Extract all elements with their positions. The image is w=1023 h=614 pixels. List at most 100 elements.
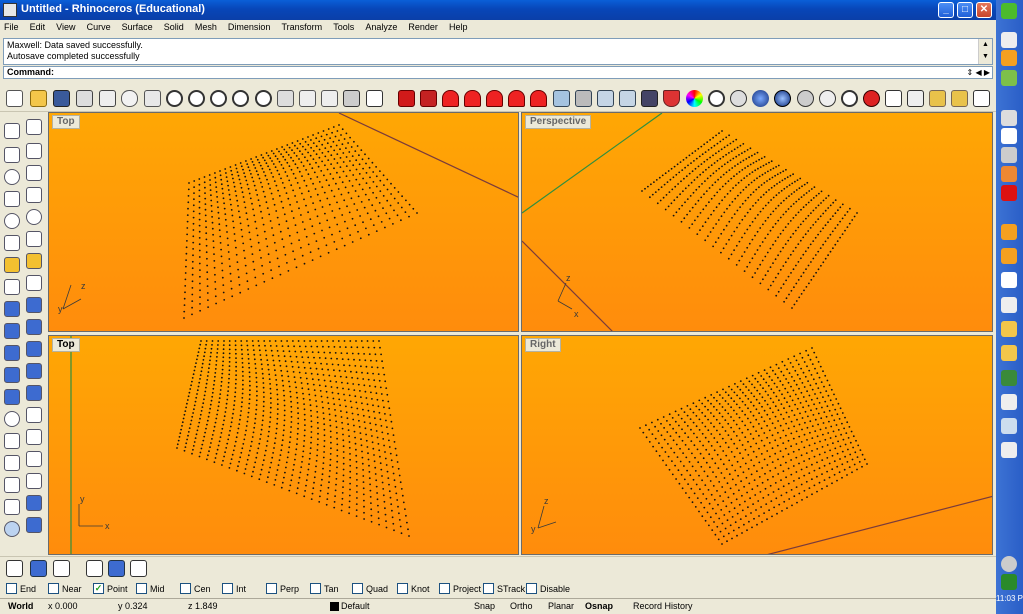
network-tray-icon[interactable] [1001, 574, 1017, 590]
osnap-checkbox[interactable] [136, 583, 147, 594]
viewport-right[interactable]: y z Right [521, 335, 993, 555]
solid-box-icon[interactable] [26, 319, 42, 335]
messenger-icon[interactable] [1001, 70, 1017, 86]
render-red-icon[interactable] [398, 90, 415, 107]
print-icon[interactable] [76, 90, 93, 107]
copy-icon[interactable] [26, 429, 42, 445]
mesh-icon[interactable] [4, 389, 20, 405]
scale-icon[interactable] [26, 451, 42, 467]
rendered-sphere-icon[interactable] [774, 90, 791, 107]
media-icon[interactable] [1001, 110, 1017, 126]
move-icon[interactable] [4, 433, 20, 449]
fillet-curve-icon[interactable] [4, 235, 20, 251]
osnap-checkbox[interactable] [266, 583, 277, 594]
viewport-top-upper[interactable]: y z Top [48, 112, 519, 332]
hide-icon[interactable] [907, 90, 924, 107]
xp-sidebar-icon[interactable] [1001, 3, 1017, 19]
polygon-icon[interactable] [26, 187, 42, 203]
osnap-checkbox[interactable] [310, 583, 321, 594]
trim-icon[interactable] [26, 275, 42, 291]
extrude-icon[interactable] [4, 279, 20, 295]
menu-curve[interactable]: Curve [83, 20, 115, 32]
shield-icon[interactable] [663, 90, 680, 107]
environment-icon[interactable] [619, 90, 636, 107]
zoom-window-icon[interactable] [188, 90, 205, 107]
menu-help[interactable]: Help [445, 20, 472, 32]
image-task-icon[interactable] [1001, 370, 1017, 386]
maximize-button[interactable]: □ [957, 2, 973, 18]
folder-task-icon[interactable] [1001, 321, 1017, 337]
viewport-label[interactable]: Perspective [525, 115, 592, 129]
command-nav-icons[interactable]: ⇕ ◀ ▶ [967, 67, 990, 78]
four-viewports-icon[interactable] [366, 90, 383, 107]
layer-icon[interactable] [6, 560, 23, 577]
pen-task-icon[interactable] [1001, 394, 1017, 410]
osnap-checkbox[interactable] [6, 583, 17, 594]
color-wheel-icon[interactable] [686, 90, 703, 107]
menu-surface[interactable]: Surface [118, 20, 157, 32]
osnap-disable[interactable]: Disable [526, 583, 570, 594]
artistic-sphere-icon[interactable] [841, 90, 858, 107]
solid-tools-icon[interactable] [108, 560, 125, 577]
arc-icon[interactable] [26, 165, 42, 181]
snap-target-icon[interactable] [863, 90, 880, 107]
car-wire-icon[interactable] [508, 90, 525, 107]
menu-view[interactable]: View [52, 20, 79, 32]
osnap-checkbox-checked[interactable]: ✓ [93, 583, 104, 594]
curve-icon[interactable] [26, 143, 42, 159]
select-arrow-icon[interactable] [4, 123, 20, 139]
menu-mesh[interactable]: Mesh [191, 20, 221, 32]
window-task-icon[interactable] [1001, 418, 1017, 434]
boolean-icon[interactable] [26, 341, 42, 357]
network-task-icon[interactable] [1001, 272, 1017, 288]
gear-icon[interactable] [26, 253, 42, 269]
zoom-extents-icon[interactable] [210, 90, 227, 107]
loft-icon[interactable] [26, 297, 42, 313]
car-render-icon[interactable] [442, 90, 459, 107]
record-history-toggle[interactable]: Record History [633, 601, 693, 611]
osnap-checkbox[interactable] [397, 583, 408, 594]
mirror-icon[interactable] [4, 499, 20, 515]
system-clock[interactable]: 11:03 P [996, 594, 1023, 603]
car-material-icon[interactable] [530, 90, 547, 107]
curve-tools-icon[interactable] [130, 560, 147, 577]
document-icon[interactable] [1001, 128, 1017, 144]
shaded-sphere-icon[interactable] [752, 90, 769, 107]
osnap-checkbox[interactable] [180, 583, 191, 594]
disc-icon[interactable] [1001, 147, 1017, 163]
save-icon[interactable] [53, 90, 70, 107]
grid-array-icon[interactable] [26, 473, 42, 489]
box-icon[interactable] [4, 323, 20, 339]
menu-edit[interactable]: Edit [26, 20, 50, 32]
menu-transform[interactable]: Transform [278, 20, 327, 32]
minimize-button[interactable]: _ [938, 2, 954, 18]
command-line[interactable]: Command: ⇕ ◀ ▶ [3, 66, 993, 79]
osnap-checkbox[interactable] [483, 583, 494, 594]
osnap-strack[interactable]: STrack [483, 583, 525, 594]
new-file-icon[interactable] [6, 90, 23, 107]
viewport-top-active[interactable]: x y Top [48, 335, 519, 555]
mapping-icon[interactable] [575, 90, 592, 107]
osnap-mid[interactable]: Mid [136, 583, 165, 594]
dots-icon[interactable] [26, 407, 42, 423]
object-props-icon[interactable] [30, 560, 47, 577]
browser-task-icon[interactable] [1001, 248, 1017, 264]
polyline-icon[interactable] [4, 147, 20, 163]
viewport-label[interactable]: Top [52, 338, 80, 352]
menu-solid[interactable]: Solid [160, 20, 188, 32]
page-setup-icon[interactable] [99, 90, 116, 107]
firefox-icon[interactable] [1001, 50, 1017, 66]
open-folder-icon[interactable] [30, 90, 47, 107]
ghosted-sphere-icon[interactable] [730, 90, 747, 107]
circle-icon[interactable] [4, 169, 20, 185]
texture-icon[interactable] [553, 90, 570, 107]
array-icon[interactable] [4, 477, 20, 493]
tray-arrow-icon[interactable] [1001, 556, 1017, 572]
sphere-icon[interactable] [4, 411, 20, 427]
viewport-label[interactable]: Top [52, 115, 80, 129]
rotate-icon[interactable] [4, 455, 20, 471]
patch-icon[interactable] [26, 363, 42, 379]
properties-icon[interactable] [885, 90, 902, 107]
help-icon[interactable] [951, 90, 968, 107]
osnap-project[interactable]: Project [439, 583, 481, 594]
